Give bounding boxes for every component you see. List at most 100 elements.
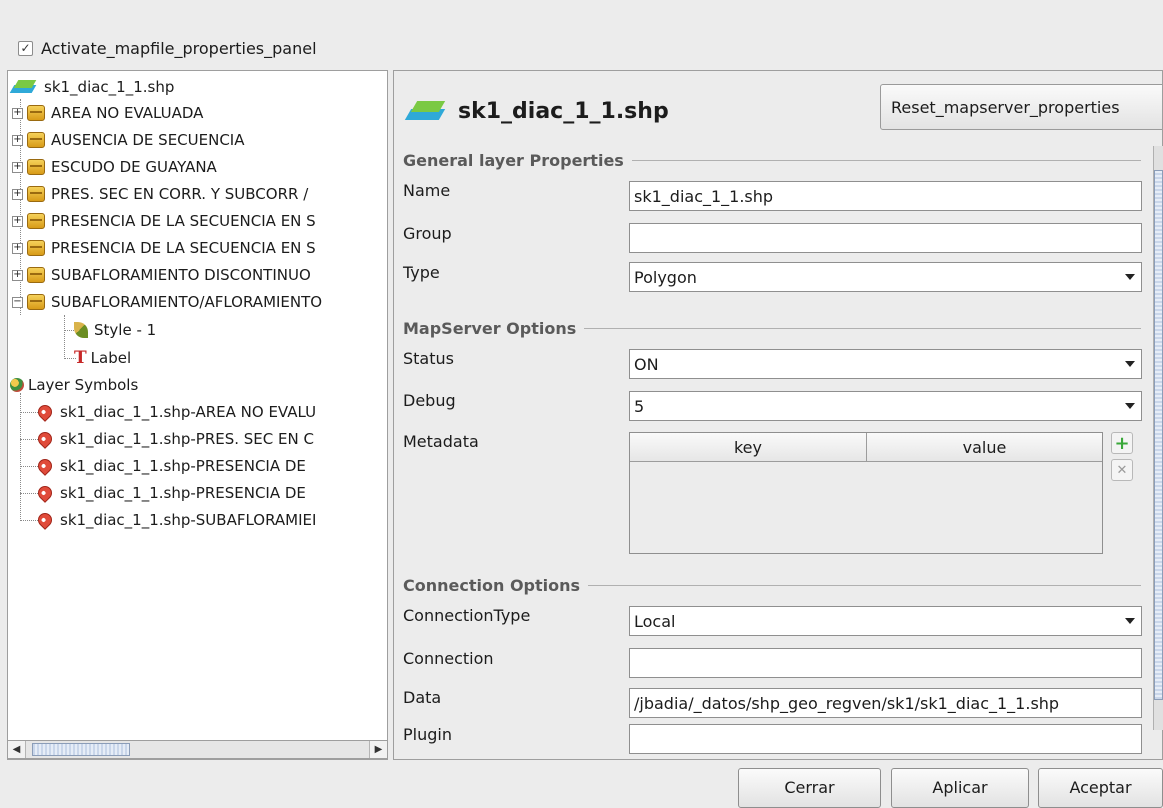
tree-style-item[interactable]: Style - 1 xyxy=(74,318,156,342)
tree-class-item[interactable]: + SUBAFLORAMIENTO DISCONTINUO xyxy=(12,263,311,287)
tree-class-label: PRESENCIA DE LA SECUENCIA EN S xyxy=(51,212,316,230)
map-pin-icon xyxy=(35,402,55,422)
plugin-field[interactable] xyxy=(629,724,1142,754)
tree-symbol-item[interactable]: sk1_diac_1_1.shp-AREA NO EVALU xyxy=(34,400,316,424)
connection-field[interactable] xyxy=(629,648,1142,678)
tree-label-item[interactable]: T Label xyxy=(74,346,131,370)
map-pin-icon xyxy=(35,483,55,503)
tree-symbol-label: sk1_diac_1_1.shp-PRESENCIA DE xyxy=(60,484,306,502)
debug-select[interactable]: 5 xyxy=(629,391,1142,421)
data-value: /jbadia/_datos/shp_geo_regven/sk1/sk1_di… xyxy=(634,693,1060,713)
expand-icon[interactable]: + xyxy=(12,161,23,173)
tree-symbol-label: sk1_diac_1_1.shp-AREA NO EVALU xyxy=(60,403,317,421)
class-icon xyxy=(27,186,45,202)
map-pin-icon xyxy=(35,510,55,530)
expand-icon[interactable]: + xyxy=(12,107,23,119)
shapefile-layer-icon xyxy=(404,98,448,124)
layer-title: sk1_diac_1_1.shp xyxy=(404,98,669,124)
tree-style-label: Style - 1 xyxy=(94,321,157,339)
tree-class-label: ESCUDO DE GUAYANA xyxy=(51,158,217,176)
metadata-key-header[interactable]: key xyxy=(630,433,867,462)
tree-symbol-label: sk1_diac_1_1.shp-PRESENCIA DE xyxy=(60,457,306,475)
expand-icon[interactable]: + xyxy=(12,188,23,200)
name-value: sk1_diac_1_1.shp xyxy=(634,186,774,206)
chevron-down-icon xyxy=(1125,274,1135,280)
layer-properties-panel: sk1_diac_1_1.shp Reset_mapserver_propert… xyxy=(393,70,1163,760)
tree-class-item[interactable]: + AREA NO EVALUADA xyxy=(12,101,203,125)
metadata-value-header[interactable]: value xyxy=(867,433,1102,462)
tree-symbols-label: Layer Symbols xyxy=(28,376,139,394)
tree-class-label: SUBAFLORAMIENTO/AFLORAMIENTO xyxy=(51,293,323,311)
tree-class-item[interactable]: + AUSENCIA DE SECUENCIA xyxy=(12,128,245,152)
layer-title-text: sk1_diac_1_1.shp xyxy=(458,98,669,124)
tree-label-label: Label xyxy=(90,349,132,367)
tree-root-label: sk1_diac_1_1.shp xyxy=(44,78,175,96)
tree-symbol-item[interactable]: sk1_diac_1_1.shp-PRES. SEC EN C xyxy=(34,427,314,451)
remove-metadata-icon[interactable]: ✕ xyxy=(1111,459,1133,481)
activate-checkbox[interactable]: ✓ xyxy=(18,40,33,56)
close-button[interactable]: Cerrar xyxy=(738,768,881,808)
type-select[interactable]: Polygon xyxy=(629,262,1142,292)
collapse-icon[interactable]: − xyxy=(12,296,23,308)
scroll-left-icon[interactable]: ◀ xyxy=(8,741,26,758)
chevron-down-icon xyxy=(1125,403,1135,409)
tree-class-label: PRES. SEC EN CORR. Y SUBCORR / xyxy=(51,185,309,203)
class-icon xyxy=(27,267,45,283)
scroll-thumb[interactable] xyxy=(32,743,130,756)
tree-class-item[interactable]: + PRESENCIA DE LA SECUENCIA EN S xyxy=(12,236,316,260)
name-field[interactable]: sk1_diac_1_1.shp xyxy=(629,181,1142,211)
class-icon xyxy=(27,159,45,175)
mapserver-section-header: MapServer Options xyxy=(403,317,1141,339)
tree-class-label: PRESENCIA DE LA SECUENCIA EN S xyxy=(51,239,316,257)
expand-icon[interactable]: + xyxy=(12,134,23,146)
metadata-label: Metadata xyxy=(403,432,479,451)
general-section-header: General layer Properties xyxy=(403,149,1141,171)
tree-root[interactable]: sk1_diac_1_1.shp xyxy=(9,75,175,99)
tree-symbol-item[interactable]: sk1_diac_1_1.shp-SUBAFLORAMIEI xyxy=(34,508,316,532)
class-icon xyxy=(27,294,45,310)
reset-mapserver-properties-button[interactable]: Reset_mapserver_properties xyxy=(880,84,1162,130)
map-pin-icon xyxy=(35,456,55,476)
tree-symbol-item[interactable]: sk1_diac_1_1.shp-PRESENCIA DE xyxy=(34,481,306,505)
tree-class-item-expanded[interactable]: − SUBAFLORAMIENTO/AFLORAMIENTO xyxy=(12,290,322,314)
apply-button[interactable]: Aplicar xyxy=(891,768,1029,808)
tree-symbols-root[interactable]: Layer Symbols xyxy=(10,373,138,397)
layer-tree[interactable]: sk1_diac_1_1.shp + AREA NO EVALUADA + AU… xyxy=(7,70,388,760)
connection-type-label: ConnectionType xyxy=(403,606,531,625)
metadata-table[interactable]: key value xyxy=(629,432,1103,554)
tree-class-item[interactable]: + PRES. SEC EN CORR. Y SUBCORR / xyxy=(12,182,308,206)
accept-button[interactable]: Aceptar xyxy=(1038,768,1163,808)
tree-class-item[interactable]: + PRESENCIA DE LA SECUENCIA EN S xyxy=(12,209,316,233)
class-icon xyxy=(27,132,45,148)
type-label: Type xyxy=(403,263,440,282)
tree-symbol-label: sk1_diac_1_1.shp-SUBAFLORAMIEI xyxy=(60,511,317,529)
activate-checkbox-label: Activate_mapfile_properties_panel xyxy=(41,38,317,58)
connection-label: Connection xyxy=(403,649,494,668)
tree-class-label: SUBAFLORAMIENTO DISCONTINUO xyxy=(51,266,311,284)
tree-class-label: AREA NO EVALUADA xyxy=(51,104,204,122)
data-field[interactable]: /jbadia/_datos/shp_geo_regven/sk1/sk1_di… xyxy=(629,688,1142,718)
tree-horizontal-scrollbar[interactable]: ◀ ▶ xyxy=(7,740,388,759)
map-pin-icon xyxy=(35,429,55,449)
expand-icon[interactable]: + xyxy=(12,242,23,254)
activate-panel-checkbox-row[interactable]: ✓ Activate_mapfile_properties_panel xyxy=(18,36,317,60)
tree-symbol-item[interactable]: sk1_diac_1_1.shp-PRESENCIA DE xyxy=(34,454,306,478)
group-label: Group xyxy=(403,224,452,243)
expand-icon[interactable]: + xyxy=(12,215,23,227)
class-icon xyxy=(27,240,45,256)
scroll-right-icon[interactable]: ▶ xyxy=(369,741,387,758)
properties-form: General layer Properties Name sk1_diac_1… xyxy=(395,149,1143,759)
properties-scroll-thumb[interactable] xyxy=(1154,170,1163,700)
class-icon xyxy=(27,105,45,121)
expand-icon[interactable]: + xyxy=(12,269,23,281)
layer-symbols-icon xyxy=(10,378,24,392)
connection-type-select[interactable]: Local xyxy=(629,606,1142,636)
tree-symbol-label: sk1_diac_1_1.shp-PRES. SEC EN C xyxy=(60,430,314,448)
group-field[interactable] xyxy=(629,223,1142,253)
status-label: Status xyxy=(403,349,454,368)
connection-type-value: Local xyxy=(634,611,676,631)
status-select[interactable]: ON xyxy=(629,349,1142,379)
add-metadata-icon[interactable]: + xyxy=(1111,432,1133,454)
connection-section-header: Connection Options xyxy=(403,574,1141,596)
tree-class-item[interactable]: + ESCUDO DE GUAYANA xyxy=(12,155,217,179)
